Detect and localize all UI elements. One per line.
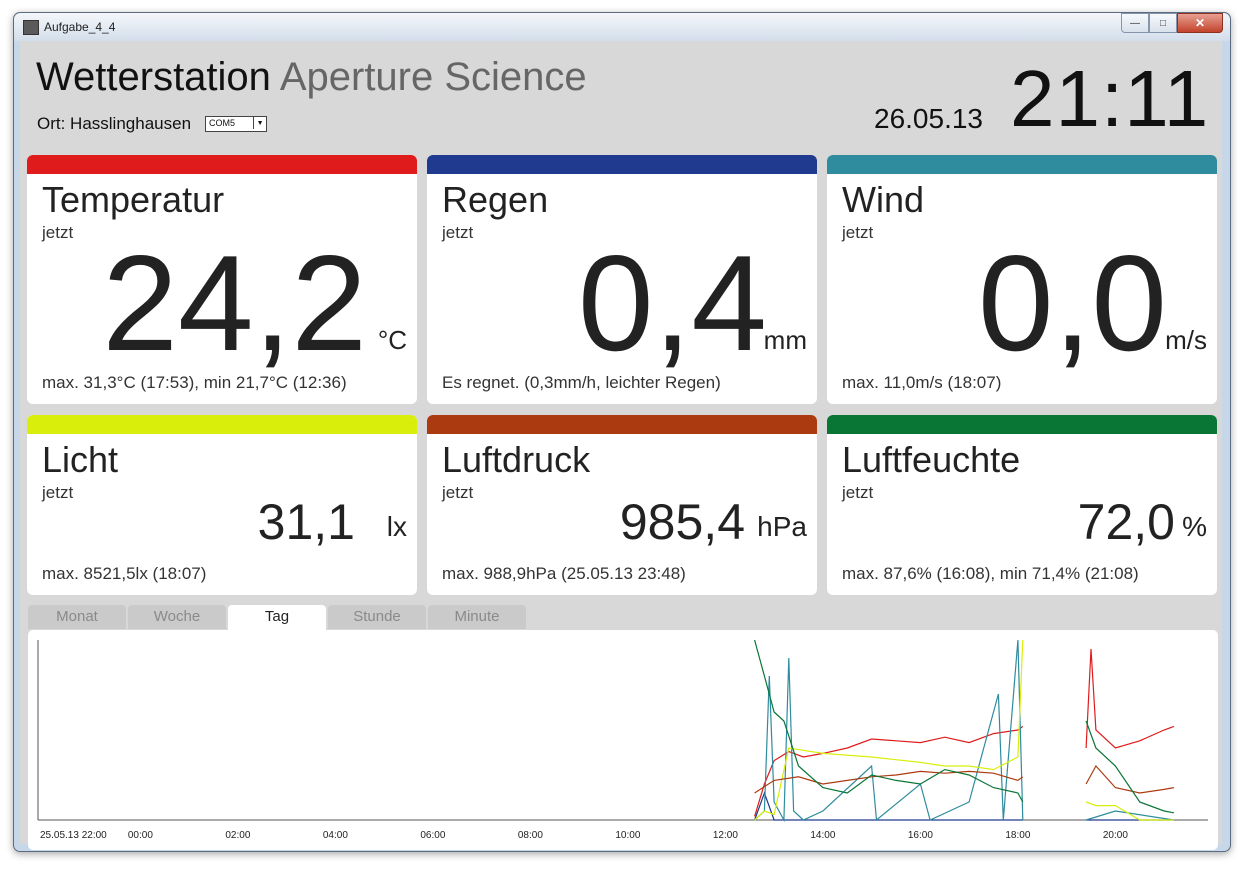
card-luftfeuchte: Luftfeuchte jetzt 72,0% max. 87,6% (16:08),… — [827, 415, 1217, 595]
card-stats: Es regnet. (0,3mm/h, leichter Regen) — [442, 373, 721, 392]
card-color-bar — [827, 415, 1217, 434]
card-title: Wind — [842, 179, 925, 220]
card-title: Licht — [42, 439, 119, 480]
app-icon — [23, 20, 39, 35]
maximize-icon: □ — [1159, 17, 1167, 29]
x-tick-label: 02:00 — [225, 830, 250, 841]
card-now-label: jetzt — [42, 223, 74, 242]
series-line-0 — [754, 725, 1024, 817]
x-tick-label: 00:00 — [128, 830, 153, 841]
series-line-3 — [754, 639, 1024, 821]
minimize-icon: — — [1130, 17, 1140, 29]
card-licht: Licht jetzt 31,1 lx max. 8521,5lx (18:07) — [27, 415, 417, 595]
current-date: 26.05.13 — [874, 103, 983, 134]
card-color-bar — [27, 415, 417, 434]
title-bar[interactable]: Aufgabe_4_4 — □ ✕ — [14, 13, 1230, 41]
card-value: 72,0 — [1077, 494, 1175, 550]
x-tick-label: 25.05.13 22:00 — [40, 830, 107, 841]
x-tick-label: 06:00 — [420, 830, 445, 841]
series-line-4 — [1085, 764, 1175, 794]
close-icon: ✕ — [1194, 16, 1206, 30]
card-title: Regen — [442, 179, 549, 220]
card-value: 24,2 — [102, 227, 367, 379]
card-now-label: jetzt — [442, 223, 474, 242]
card-stats: max. 87,6% (16:08), min 71,4% (21:08) — [842, 564, 1139, 583]
series-line-2 — [1085, 810, 1174, 821]
location-label: Ort: Hasslinghausen — [37, 114, 192, 133]
window-title: Aufgabe_4_4 — [44, 20, 116, 34]
card-unit: m/s — [1165, 325, 1207, 355]
dashboard: Wetterstation Aperture Science Ort: Hass… — [20, 41, 1222, 850]
app-window: Aufgabe_4_4 — □ ✕ Wetterstation Aperture… — [13, 12, 1231, 852]
card-stats: max. 31,3°C (17:53), min 21,7°C (12:36) — [42, 373, 347, 392]
card-unit: hPa — [757, 511, 807, 542]
series-line-2 — [754, 639, 1024, 823]
card-color-bar — [427, 155, 817, 174]
card-value: 0,0 — [977, 227, 1167, 379]
maximize-button[interactable]: □ — [1149, 13, 1177, 33]
x-tick-label: 04:00 — [323, 830, 348, 841]
tab-woche[interactable]: Woche — [128, 605, 226, 629]
card-stats: max. 11,0m/s (18:07) — [842, 373, 1002, 392]
card-unit: mm — [763, 325, 807, 355]
tab-minute[interactable]: Minute — [428, 605, 526, 629]
tab-stunde[interactable]: Stunde — [328, 605, 426, 629]
station-subtitle: Aperture Science — [279, 55, 587, 99]
card-color-bar — [27, 155, 417, 174]
series-line-1 — [754, 791, 1023, 821]
page-title: Wetterstation Aperture Science — [36, 55, 587, 100]
x-tick-label: 14:00 — [810, 830, 835, 841]
series-line-5 — [1085, 720, 1175, 814]
station-title: Wetterstation — [36, 55, 271, 99]
chart-tabs: Monat Woche Tag Stunde Minute — [28, 605, 528, 631]
series-line-0 — [1085, 648, 1175, 749]
history-chart: 25.05.13 22:00 00:00 02:00 04:00 06:00 08:00 1… — [37, 639, 1208, 841]
card-unit: % — [1182, 511, 1207, 542]
dropdown-arrow-icon[interactable]: ▼ — [253, 117, 266, 129]
minimize-button[interactable]: — — [1121, 13, 1149, 33]
card-color-bar — [427, 415, 817, 434]
x-tick-label: 10:00 — [615, 830, 640, 841]
series-line-3 — [1085, 801, 1174, 821]
tab-monat[interactable]: Monat — [28, 605, 126, 629]
port-select[interactable]: COM5 ▼ — [205, 116, 268, 132]
card-value: 0,4 — [577, 227, 767, 379]
card-title: Luftdruck — [442, 439, 591, 480]
x-tick-label: 18:00 — [1005, 830, 1030, 841]
card-value: 985,4 — [619, 494, 745, 550]
card-value: 31,1 — [257, 494, 355, 550]
chart-panel: 25.05.13 22:00 00:00 02:00 04:00 06:00 08:00 1… — [28, 630, 1218, 850]
card-stats: max. 8521,5lx (18:07) — [42, 564, 207, 583]
location-row: Ort: Hasslinghausen COM5 ▼ — [37, 114, 268, 134]
card-luftdruck: Luftdruck jetzt 985,4 hPa max. 988,9hPa (25.… — [427, 415, 817, 595]
card-now-label: jetzt — [42, 483, 74, 502]
card-color-bar — [827, 155, 1217, 174]
x-tick-label: 20:00 — [1103, 830, 1128, 841]
card-unit: lx — [386, 511, 407, 542]
card-title: Temperatur — [42, 179, 225, 220]
window-controls: — □ ✕ — [1121, 13, 1223, 33]
card-now-label: jetzt — [442, 483, 474, 502]
card-now-label: jetzt — [842, 223, 874, 242]
port-value: COM5 — [209, 118, 236, 128]
card-wind: Wind jetzt 0,0 m/s max. 11,0m/s (18:07) — [827, 155, 1217, 404]
card-temperatur: Temperatur jetzt 24,2 °C max. 31,3°C (17:53)… — [27, 155, 417, 404]
x-tick-label: 08:00 — [518, 830, 543, 841]
card-title: Luftfeuchte — [842, 439, 1021, 480]
card-unit: °C — [377, 325, 407, 355]
close-button[interactable]: ✕ — [1177, 13, 1223, 33]
current-time: 21:11 — [1010, 54, 1210, 143]
x-tick-label: 16:00 — [908, 830, 933, 841]
card-now-label: jetzt — [842, 483, 874, 502]
x-tick-label: 12:00 — [713, 830, 738, 841]
tab-tag[interactable]: Tag — [228, 605, 326, 631]
card-stats: max. 988,9hPa (25.05.13 23:48) — [442, 564, 686, 583]
card-regen: Regen jetzt 0,4 mm Es regnet. (0,3mm/h, leic… — [427, 155, 817, 404]
